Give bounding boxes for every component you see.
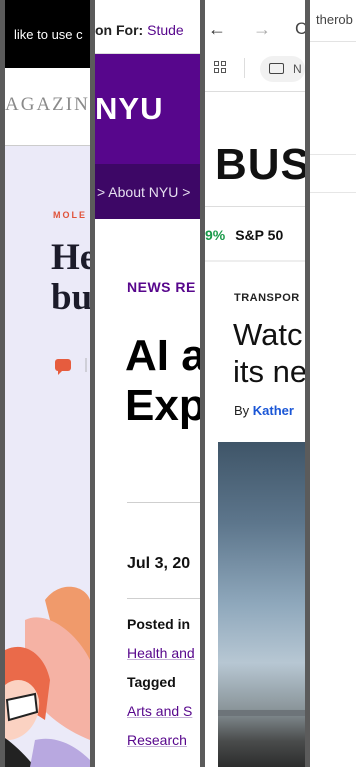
headline-line-2: its ne (233, 354, 305, 389)
page-divider-1 (310, 154, 356, 155)
headline-line-2: bu (51, 277, 90, 318)
publish-date: Jul 3, 20 (127, 555, 191, 572)
meta-divider (85, 358, 87, 372)
tagged-label: Tagged (127, 674, 176, 690)
article-title: AI a Exp (125, 331, 200, 431)
cookie-banner: like to use c (5, 0, 90, 68)
byline-author-link[interactable]: Kather (253, 403, 294, 418)
article-illustration (5, 586, 90, 767)
comment-icon[interactable] (55, 359, 71, 375)
bookmark-folder-label: N (293, 62, 302, 76)
audience-link[interactable]: Stude (147, 22, 184, 38)
nyu-window: on For: Stude NYU > About NYU > NEWS RE … (95, 0, 200, 767)
apps-grid-icon[interactable] (214, 61, 226, 73)
news-release-kicker[interactable]: NEWS RE (127, 279, 196, 295)
illustration-hair (5, 738, 35, 767)
image-road-strip (218, 710, 305, 716)
tab-title: therob (316, 12, 353, 27)
ticker-divider (205, 260, 305, 262)
header-divider (205, 206, 305, 207)
tag-link-research[interactable]: Research (127, 732, 187, 748)
browser-tab[interactable]: therob (310, 0, 356, 42)
reload-icon[interactable]: C (295, 19, 305, 39)
audience-label: on For: (95, 22, 144, 38)
illustration-purple-base (30, 738, 90, 767)
masthead-divider (5, 145, 90, 146)
ticker-change: 9% (205, 227, 226, 243)
audience-bar: on For: Stude (95, 0, 200, 54)
folder-icon (269, 63, 284, 74)
headline-line-1: Watc (233, 317, 303, 352)
magazine-window: like to use c AGAZIN MOLE He bu (5, 0, 90, 767)
date-divider (127, 598, 200, 599)
tag-link-arts[interactable]: Arts and S (127, 703, 192, 719)
article-headline: He bu (51, 238, 90, 318)
toolbar-separator (244, 58, 245, 78)
title-line-2: Exp (125, 381, 200, 430)
title-line-1: AI a (125, 331, 200, 380)
article-kicker[interactable]: MOLE (53, 210, 87, 220)
bookmark-folder[interactable]: N (260, 56, 305, 82)
byline: By Kather (234, 403, 294, 418)
headline-line-1: He (51, 237, 90, 278)
cookie-banner-text: like to use c (14, 27, 83, 42)
page-divider-2 (310, 192, 356, 193)
browser-toolbar: ← → C N (205, 0, 305, 92)
article-headline: Watc its ne (233, 316, 305, 390)
article-hero-image (218, 442, 305, 767)
ticker-name: S&P 50 (235, 227, 284, 243)
posted-in-label: Posted in (127, 616, 191, 632)
nyu-logo[interactable]: NYU (95, 91, 163, 127)
business-insider-window: ← → C N BUS 9% S&P 50 TRANSPOR Watc its n… (205, 0, 305, 767)
article-category[interactable]: TRANSPOR (234, 292, 300, 304)
posted-in-link[interactable]: Health and (127, 645, 195, 661)
breadcrumb[interactable]: > About NYU > (97, 184, 190, 200)
title-divider (127, 502, 200, 503)
market-ticker[interactable]: 9% S&P 50 (205, 227, 283, 243)
audience-selector[interactable]: on For: Stude (95, 22, 184, 38)
byline-prefix: By (234, 403, 253, 418)
fourth-window: therob (310, 0, 356, 767)
site-logo[interactable]: BUS (215, 140, 305, 190)
back-arrow-icon[interactable]: ← (208, 19, 226, 40)
forward-arrow-icon[interactable]: → (253, 19, 271, 40)
magazine-masthead[interactable]: AGAZIN (5, 94, 90, 116)
